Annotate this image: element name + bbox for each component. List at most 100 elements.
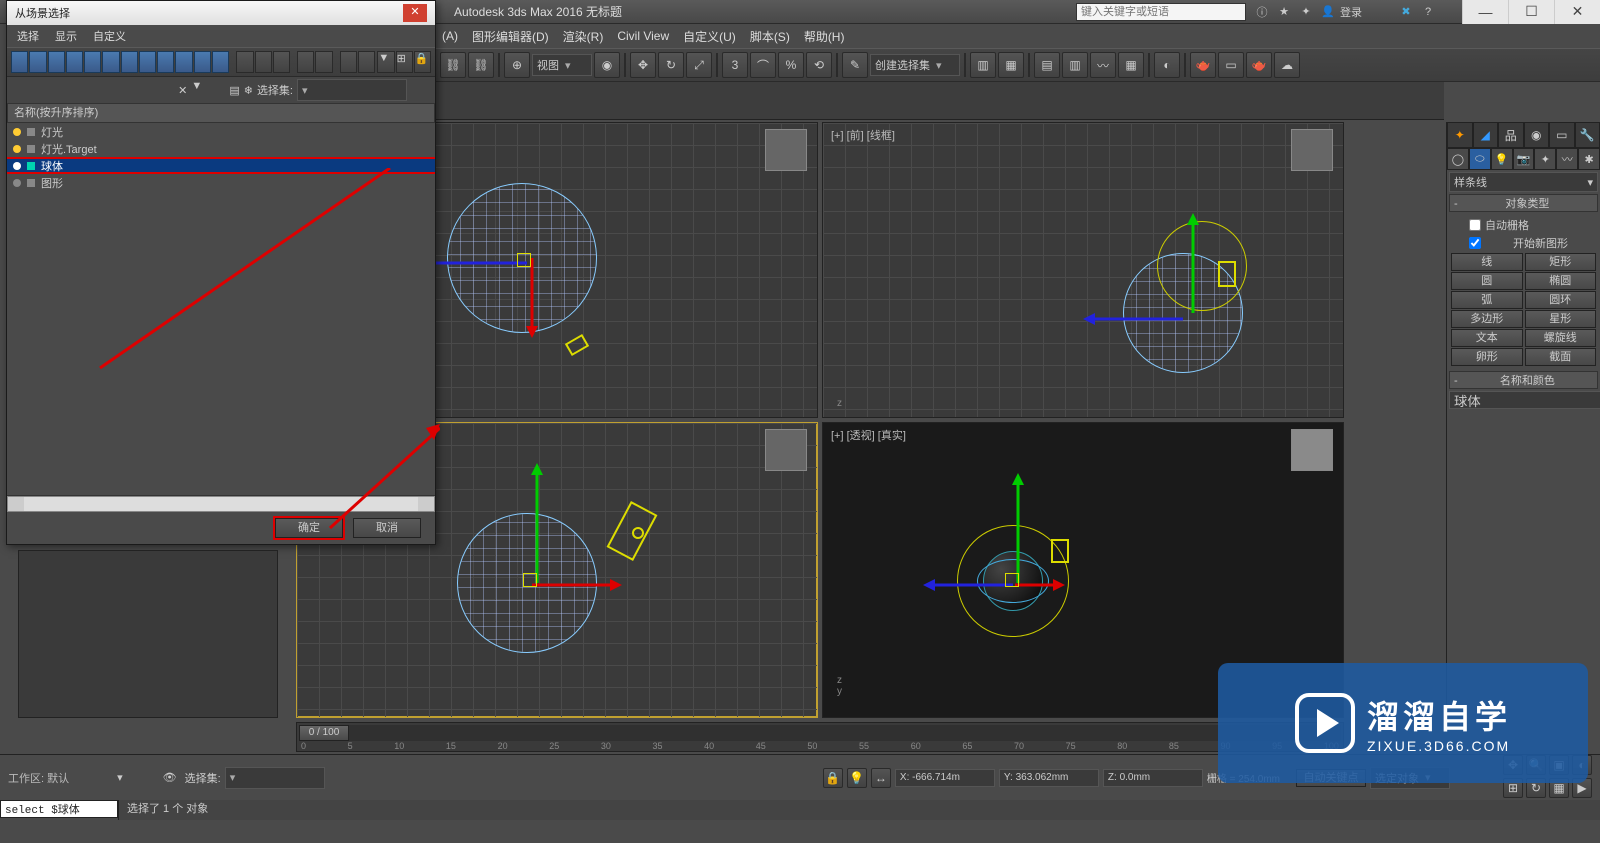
sub-systems-icon[interactable]: ✱ [1578,148,1600,170]
menu-item[interactable]: 自定义(U) [683,28,736,45]
filter-container-icon[interactable] [194,51,211,73]
scene-object-list[interactable]: 灯光 灯光.Target 球体 图形 [7,123,435,496]
selection-icon[interactable]: 👁 [163,771,177,784]
filter-bone-icon[interactable] [175,51,192,73]
tab-hierarchy-icon[interactable]: 品 [1498,122,1524,148]
close-small-icon[interactable]: ✕ [178,84,187,97]
scene-explorer-icon[interactable]: ▥ [1062,52,1088,78]
snap-toggle-icon[interactable]: 3 [722,52,748,78]
layer-icon[interactable]: ▤ [1034,52,1060,78]
info-icon[interactable]: ⓘ [1252,2,1272,22]
angle-snap-icon[interactable]: ⌒ [750,52,776,78]
z-coord[interactable]: Z: 0.0mm [1103,769,1203,787]
ellipse-button[interactable]: 椭圆 [1525,272,1597,290]
coord-dropdown[interactable]: 视图 [532,54,592,76]
lock-cols-icon[interactable]: 🔒 [414,51,431,73]
freeze-icon[interactable]: ❄ [244,84,253,97]
filter-shape-icon[interactable] [48,51,65,73]
sub-cameras-icon[interactable]: 📷 [1513,148,1535,170]
auto-grid-checkbox[interactable] [1469,219,1481,231]
track-bar[interactable] [18,550,278,718]
find-filter-icon[interactable]: ▼ [191,80,211,100]
render-frame-icon[interactable]: ▭ [1218,52,1244,78]
layer-icon[interactable]: ▤ [229,84,239,97]
align-icon[interactable]: ▦ [998,52,1024,78]
search-input[interactable] [1076,3,1246,21]
mirror-icon[interactable]: ▥ [970,52,996,78]
ngon-button[interactable]: 多边形 [1451,310,1523,328]
filter-xref-icon[interactable] [157,51,174,73]
menu-item[interactable]: Civil View [617,29,669,43]
arc-button[interactable]: 弧 [1451,291,1523,309]
render-icon[interactable]: 🫖 [1246,52,1272,78]
maxscript-input[interactable]: select $球体 [0,800,118,818]
object-name-input[interactable] [1449,391,1600,409]
start-new-checkbox[interactable] [1469,237,1481,249]
menu-item[interactable]: 帮助(H) [804,28,845,45]
rect-button[interactable]: 矩形 [1525,253,1597,271]
ok-button[interactable]: 确定 [275,518,343,538]
section-button[interactable]: 截面 [1525,348,1597,366]
sel-set-add-icon[interactable] [411,80,431,100]
menu-item[interactable]: 渲染(R) [563,28,604,45]
sel-set-dropdown[interactable] [297,79,407,101]
viewcube-icon[interactable] [1291,429,1333,471]
donut-button[interactable]: 圆环 [1525,291,1597,309]
sub-shapes-icon[interactable]: ⬭ [1469,148,1491,170]
xform-mode-icon[interactable]: ↔ [871,768,891,788]
unlink-icon[interactable]: ⛓ [468,52,494,78]
render-setup-icon[interactable]: 🫖 [1190,52,1216,78]
help-icon[interactable]: ? [1418,2,1438,22]
select-none-icon[interactable] [255,51,272,73]
star-button[interactable]: 星形 [1525,310,1597,328]
filter-light-icon[interactable] [66,51,83,73]
time-slider-thumb[interactable]: 0 / 100 [299,725,349,741]
text-button[interactable]: 文本 [1451,329,1523,347]
tab-motion-icon[interactable]: ◉ [1524,122,1550,148]
viewcube-icon[interactable] [1291,129,1333,171]
select-move-icon[interactable]: ✥ [630,52,656,78]
minimize-button[interactable]: — [1462,0,1508,24]
select-scale-icon[interactable]: ⤢ [686,52,712,78]
collapse-icon[interactable] [340,51,357,73]
select-invert-icon[interactable] [273,51,290,73]
list-column-header[interactable]: 名称(按升序排序) [7,103,435,123]
cols-icon[interactable]: ⊞ [396,51,413,73]
x-coord[interactable]: X: -666.714m [895,769,995,787]
start-new-button[interactable]: 开始新图形 [1485,235,1596,251]
timeline[interactable]: 0 / 100 05101520253035404550556065707580… [296,722,1344,752]
sub-geometry-icon[interactable]: ◯ [1447,148,1469,170]
network-icon[interactable]: ✦ [1296,2,1316,22]
display-children-icon[interactable] [297,51,314,73]
viewcube-icon[interactable] [765,129,807,171]
close-button[interactable]: ✕ [1554,0,1600,24]
dialog-menu-item[interactable]: 自定义 [93,28,126,44]
render-online-icon[interactable]: ☁ [1274,52,1300,78]
edit-selection-icon[interactable]: ✎ [842,52,868,78]
list-item[interactable]: 灯光.Target [7,140,435,157]
material-editor-icon[interactable]: ◐ [1154,52,1180,78]
select-all-icon[interactable] [236,51,253,73]
spinner-snap-icon[interactable]: ⟲ [806,52,832,78]
filter-frozen-icon[interactable] [212,51,229,73]
viewcube-icon[interactable] [765,429,807,471]
cancel-button[interactable]: 取消 [353,518,421,538]
category-dropdown[interactable]: 样条线▾ [1449,172,1598,192]
expand-icon[interactable] [358,51,375,73]
user-icon[interactable]: 👤 [1318,2,1338,22]
line-button[interactable]: 线 [1451,253,1523,271]
circle-button[interactable]: 圆 [1451,272,1523,290]
select-rotate-icon[interactable]: ↻ [658,52,684,78]
display-influence-icon[interactable] [315,51,332,73]
sub-spacewarps-icon[interactable]: 〰 [1556,148,1578,170]
rollout-object-type[interactable]: -对象类型 [1449,194,1598,212]
filter-all-icon[interactable] [11,51,28,73]
tab-display-icon[interactable]: ▭ [1549,122,1575,148]
h-scrollbar[interactable]: ◂ ▸ [7,496,435,512]
tab-modify-icon[interactable]: ◢ [1473,122,1499,148]
favorite-icon[interactable]: ★ [1274,2,1294,22]
y-coord[interactable]: Y: 363.062mm [999,769,1099,787]
schematic-icon[interactable]: ▦ [1118,52,1144,78]
list-item[interactable]: 图形 [7,174,435,191]
curve-editor-icon[interactable]: 〰 [1090,52,1116,78]
